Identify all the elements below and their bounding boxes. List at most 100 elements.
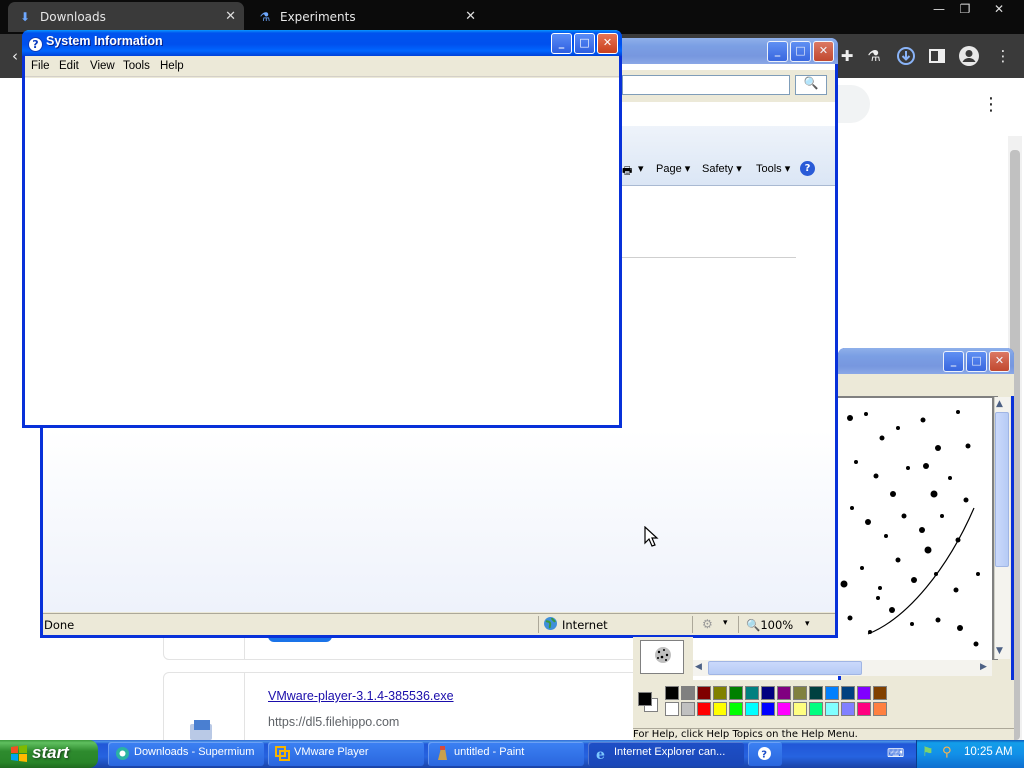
menu-edit[interactable]: Edit — [59, 60, 79, 72]
palette-swatch[interactable] — [681, 702, 695, 716]
protected-mode-icon[interactable]: ⚙ — [702, 617, 713, 631]
sysinfo-close-button[interactable]: ✕ — [597, 33, 618, 54]
print-icon[interactable]: 🖶 — [622, 162, 632, 181]
ie-search-box[interactable] — [622, 75, 790, 95]
palette-swatch[interactable] — [697, 702, 711, 716]
paint-icon — [435, 746, 450, 761]
paint-minimize-button[interactable]: _ — [943, 351, 964, 372]
protected-mode-dropdown[interactable]: ▾ — [723, 618, 728, 628]
help-icon[interactable]: ? — [800, 161, 815, 176]
ie-close-button[interactable]: ✕ — [813, 41, 834, 62]
ie-maximize-button[interactable]: □ — [790, 41, 811, 62]
palette-swatch[interactable] — [729, 686, 743, 700]
palette-swatch[interactable] — [825, 702, 839, 716]
taskbar-button-help[interactable]: ? — [748, 742, 782, 766]
tab-experiments[interactable]: ⚗ Experiments ✕ — [248, 2, 484, 32]
palette-swatch[interactable] — [857, 702, 871, 716]
network-icon[interactable]: ⚑ — [922, 745, 934, 760]
labs-icon[interactable]: ⚗ — [863, 45, 885, 67]
sysinfo-title-bar[interactable]: System Information — [22, 30, 622, 56]
paint-title-bar[interactable] — [838, 348, 1014, 374]
extensions-icon[interactable]: ✚ — [836, 45, 858, 67]
scroll-up-icon[interactable]: ▲ — [996, 399, 1003, 409]
paint-vertical-thumb[interactable] — [995, 412, 1009, 567]
paint-canvas[interactable] — [838, 398, 992, 660]
scroll-down-icon[interactable]: ▼ — [996, 646, 1003, 656]
palette-swatch[interactable] — [681, 686, 695, 700]
sysinfo-maximize-button[interactable]: □ — [574, 33, 595, 54]
palette-swatch[interactable] — [665, 686, 679, 700]
ie-icon: e — [595, 746, 610, 763]
scroll-left-icon[interactable]: ◀ — [695, 662, 702, 672]
ie-page-background — [43, 430, 835, 612]
downloads-icon[interactable] — [895, 45, 917, 67]
ie-status-text: Done — [44, 618, 75, 632]
menu-file[interactable]: File — [31, 60, 50, 72]
profile-icon[interactable] — [958, 45, 980, 67]
palette-swatch[interactable] — [873, 702, 887, 716]
paint-maximize-button[interactable]: □ — [966, 351, 987, 372]
palette-swatch[interactable] — [809, 702, 823, 716]
palette-swatch[interactable] — [857, 686, 871, 700]
palette-swatch[interactable] — [873, 686, 887, 700]
paint-horizontal-thumb[interactable] — [708, 661, 862, 675]
palette-swatch[interactable] — [841, 686, 855, 700]
palette-swatch[interactable] — [809, 686, 823, 700]
current-colors[interactable] — [636, 688, 660, 714]
palette-swatch[interactable] — [841, 702, 855, 716]
palette-swatch[interactable] — [793, 702, 807, 716]
menu-help[interactable]: Help — [160, 60, 184, 72]
download-file-link[interactable]: VMware-player-3.1.4-385536.exe — [268, 689, 454, 703]
tab-downloads[interactable]: ⬇ Downloads ✕ — [8, 2, 244, 32]
paint-close-button[interactable]: ✕ — [989, 351, 1010, 372]
ie-zoom-level[interactable]: 🔍100% — [746, 618, 793, 632]
scroll-right-icon[interactable]: ▶ — [980, 662, 987, 672]
ie-search-button[interactable]: 🔍 — [795, 75, 827, 95]
zoom-dropdown[interactable]: ▾ — [805, 619, 810, 629]
ie-tools-menu[interactable]: Tools ▾ — [756, 162, 790, 175]
menu-tools[interactable]: Tools — [123, 60, 150, 72]
taskbar-button-ie[interactable]: e Internet Explorer can... — [588, 742, 744, 766]
paint-tool-options[interactable] — [640, 640, 684, 674]
palette-swatch[interactable] — [713, 686, 727, 700]
palette-swatch[interactable] — [713, 702, 727, 716]
palette-swatch[interactable] — [729, 702, 743, 716]
palette-swatch[interactable] — [761, 686, 775, 700]
palette-swatch[interactable] — [761, 702, 775, 716]
foreground-color[interactable] — [638, 692, 652, 706]
svg-text:e: e — [596, 747, 605, 761]
palette-swatch[interactable] — [697, 686, 711, 700]
sysinfo-content — [25, 78, 619, 425]
sysinfo-minimize-button[interactable]: _ — [551, 33, 572, 54]
palette-swatch[interactable] — [777, 702, 791, 716]
menu-icon[interactable]: ⋮ — [992, 45, 1014, 67]
ie-minimize-button[interactable]: _ — [767, 41, 788, 62]
taskbar-button-supermium[interactable]: Downloads - Supermium — [108, 742, 264, 766]
taskbar-button-paint[interactable]: untitled - Paint — [428, 742, 584, 766]
page-more-icon[interactable]: ⋮ — [982, 94, 1000, 115]
sidepanel-icon[interactable] — [926, 45, 948, 67]
search-tray-icon[interactable]: ⚲ — [942, 745, 952, 760]
tab-label: Experiments — [280, 10, 356, 24]
search-icon: 🔍 — [803, 76, 819, 90]
keyboard-icon[interactable]: ⌨ — [887, 746, 904, 760]
palette-swatch[interactable] — [745, 702, 759, 716]
browser-close-button[interactable]: ✕ — [986, 0, 1012, 18]
content-divider — [622, 257, 796, 258]
taskbar-button-label: Internet Explorer can... — [614, 746, 726, 758]
browser-restore-button[interactable]: ❐ — [952, 0, 978, 18]
close-tab-icon[interactable]: ✕ — [225, 9, 236, 24]
print-dropdown[interactable]: ▾ — [638, 162, 644, 175]
ie-safety-menu[interactable]: Safety ▾ — [702, 162, 742, 175]
palette-swatch[interactable] — [793, 686, 807, 700]
ie-page-menu[interactable]: Page ▾ — [656, 162, 690, 175]
close-tab-icon[interactable]: ✕ — [465, 9, 476, 24]
palette-swatch[interactable] — [777, 686, 791, 700]
palette-swatch[interactable] — [745, 686, 759, 700]
palette-swatch[interactable] — [665, 702, 679, 716]
menu-view[interactable]: View — [90, 60, 115, 72]
palette-swatch[interactable] — [825, 686, 839, 700]
taskbar-button-vmware[interactable]: VMware Player — [268, 742, 424, 766]
browser-minimize-button[interactable]: — — [926, 0, 952, 18]
taskbar-button-label: Downloads - Supermium — [134, 746, 255, 758]
